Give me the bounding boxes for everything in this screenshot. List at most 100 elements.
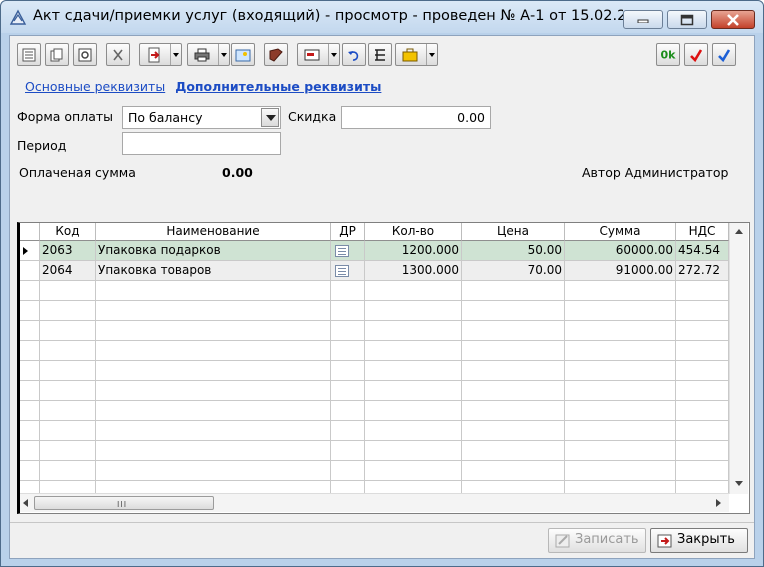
empty-cell [96,321,331,341]
empty-cell [331,361,365,381]
maximize-icon [680,14,694,25]
empty-cell [40,281,96,301]
period-field[interactable] [122,132,281,155]
cell-dr[interactable] [331,241,365,261]
column-header-name[interactable]: Наименование [96,223,331,241]
empty-cell [565,421,676,441]
empty-cell [462,341,565,361]
cell-code[interactable]: 2064 [40,261,96,281]
close-window-button[interactable] [711,10,755,29]
scroll-up-icon[interactable] [735,229,743,234]
payment-form-select[interactable]: По балансу [122,106,281,129]
empty-cell [20,441,40,461]
cell-name[interactable]: Упаковка товаров [96,261,331,281]
copy-button[interactable] [45,43,69,66]
tab-extra-requisites[interactable]: Дополнительные реквизиты [175,79,381,94]
print-dropdown-arrow[interactable] [218,44,229,65]
empty-table-row [20,361,729,381]
close-button[interactable]: Закрыть [650,528,748,553]
empty-cell [96,301,331,321]
client-area: 0k Основные реквизиты Дополнительные рек… [9,35,755,559]
cell-qty[interactable]: 1300.000 [365,261,462,281]
save-button[interactable]: Записать [548,528,646,553]
post-red-button[interactable] [684,43,708,66]
empty-cell [462,361,565,381]
empty-cell [20,361,40,381]
empty-cell [462,441,565,461]
paid-sum-label: Оплаченая сумма [19,165,136,180]
empty-cell [565,441,676,461]
export-dropdown-arrow[interactable] [170,44,181,65]
cell-name[interactable]: Упаковка подарков [96,241,331,261]
cell-sum[interactable]: 91000.00 [565,261,676,281]
cell-qty[interactable]: 1200.000 [365,241,462,261]
scroll-grip: III [117,500,128,509]
empty-cell [96,341,331,361]
discount-field[interactable]: 0.00 [341,106,491,129]
empty-cell [676,461,729,481]
preview-button[interactable] [231,43,255,66]
print-button[interactable] [187,43,230,66]
horizontal-scrollbar[interactable]: III [20,493,729,512]
empty-cell [331,401,365,421]
vertical-scrollbar[interactable] [729,223,748,494]
toolbar: 0k [10,36,754,70]
details-icon [335,265,349,277]
cell-code[interactable]: 2063 [40,241,96,261]
scroll-left-icon[interactable] [23,499,28,507]
column-header-vat[interactable]: НДС [676,223,729,241]
cell-sum[interactable]: 60000.00 [565,241,676,261]
column-header-qty[interactable]: Кол-во [365,223,462,241]
column-header-dr[interactable]: ДР [331,223,365,241]
minimize-button[interactable] [623,10,663,29]
delete-button[interactable] [106,43,130,66]
chevron-down-icon[interactable] [261,108,279,127]
refresh-button[interactable] [73,43,97,66]
cell-price[interactable]: 50.00 [462,241,565,261]
tree-icon [375,48,385,61]
ok-button[interactable]: 0k [656,43,680,66]
export-button[interactable] [139,43,182,66]
empty-cell [20,421,40,441]
cell-vat[interactable]: 272.72 [676,261,729,281]
table-row[interactable]: 2063 Упаковка подарков 1200.000 50.00 60… [20,241,729,261]
row-indicator [20,261,40,281]
empty-cell [96,461,331,481]
empty-cell [331,321,365,341]
minimize-icon [637,19,649,23]
horizontal-scroll-thumb[interactable]: III [34,496,214,510]
empty-cell [20,401,40,421]
tab-main-requisites[interactable]: Основные реквизиты [25,79,165,94]
title-bar[interactable]: Акт сдачи/приемки услуг (входящий) - про… [1,1,763,33]
undo-button[interactable] [342,43,366,66]
empty-cell [676,421,729,441]
empty-cell [331,441,365,461]
column-header-code[interactable]: Код [40,223,96,241]
column-header-price[interactable]: Цена [462,223,565,241]
empty-cell [565,321,676,341]
post-blue-button[interactable] [712,43,736,66]
mail-button[interactable] [297,43,340,66]
scroll-down-icon[interactable] [735,481,743,486]
empty-cell [365,421,462,441]
table-row[interactable]: 2064 Упаковка товаров 1300.000 70.00 910… [20,261,729,281]
structure-button[interactable] [368,43,392,66]
cell-price[interactable]: 70.00 [462,261,565,281]
empty-cell [20,301,40,321]
column-header-sum[interactable]: Сумма [565,223,676,241]
row-pointer-icon [23,247,28,255]
empty-cell [676,401,729,421]
briefcase-button[interactable] [395,43,438,66]
list-icon [22,48,36,61]
cell-vat[interactable]: 454.54 [676,241,729,261]
empty-cell [96,441,331,461]
mail-dropdown-arrow[interactable] [328,44,339,65]
briefcase-dropdown-arrow[interactable] [426,44,437,65]
journal-button[interactable] [264,43,288,66]
scroll-right-icon[interactable] [716,499,721,507]
maximize-button[interactable] [667,10,707,29]
cell-dr[interactable] [331,261,365,281]
empty-cell [676,381,729,401]
list-view-button[interactable] [17,43,41,66]
empty-cell [331,461,365,481]
